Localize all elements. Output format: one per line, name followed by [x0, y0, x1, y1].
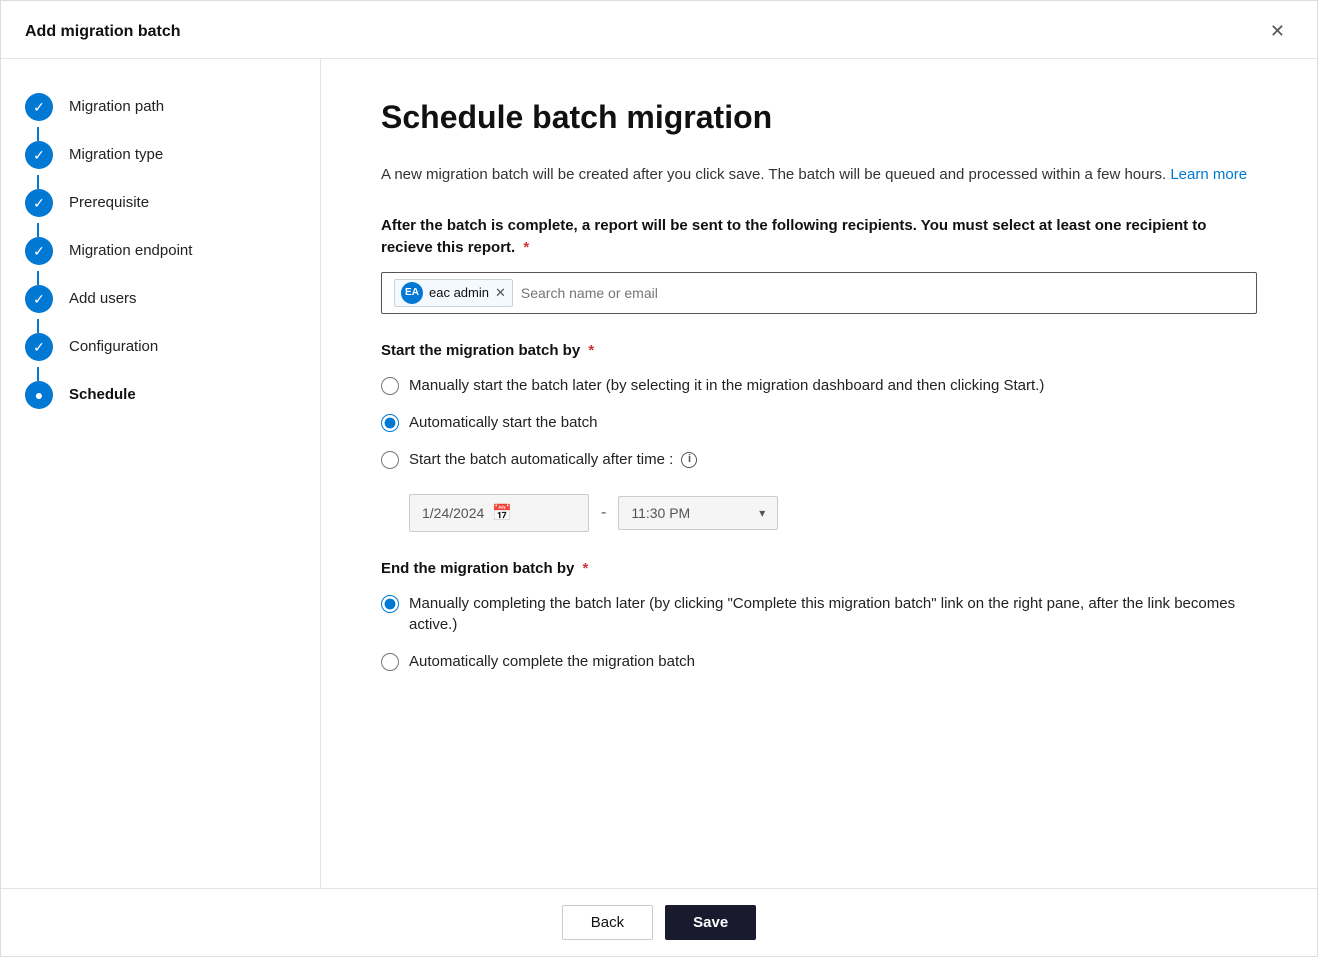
start-required: * — [584, 342, 594, 359]
auto-start-time-label[interactable]: Start the batch automatically after time… — [409, 449, 697, 470]
start-radio-group: Manually start the batch later (by selec… — [381, 375, 1257, 532]
end-radio-group: Manually completing the batch later (by … — [381, 593, 1257, 672]
page-title: Schedule batch migration — [381, 99, 1257, 136]
dash-separator: - — [601, 504, 606, 522]
recipients-label: After the batch is complete, a report wi… — [381, 215, 1257, 260]
recipient-name: eac admin — [429, 285, 489, 300]
auto-start-time-radio[interactable] — [381, 451, 399, 469]
manually-start-radio[interactable] — [381, 377, 399, 395]
auto-start-radio[interactable] — [381, 414, 399, 432]
info-text: A new migration batch will be created af… — [381, 164, 1257, 187]
step-label-schedule: Schedule — [69, 381, 136, 405]
recipient-input-container[interactable]: EA eac admin ✕ — [381, 272, 1257, 314]
sidebar-item-add-users[interactable]: ✓ Add users — [1, 275, 320, 323]
date-input[interactable]: 1/24/2024 📅 — [409, 494, 589, 532]
datetime-row: 1/24/2024 📅 - 11:30 PM ▾ — [409, 494, 1257, 532]
close-button[interactable]: ✕ — [1262, 17, 1293, 46]
learn-more-link[interactable]: Learn more — [1170, 166, 1247, 183]
calendar-icon: 📅 — [492, 503, 512, 523]
content-area: Schedule batch migration A new migration… — [321, 59, 1317, 888]
manually-end-label[interactable]: Manually completing the batch later (by … — [409, 593, 1257, 635]
step-label-migration-path: Migration path — [69, 93, 164, 117]
time-value: 11:30 PM — [631, 505, 690, 521]
auto-complete-radio[interactable] — [381, 653, 399, 671]
sidebar: ✓ Migration path ✓ Migration type ✓ Prerequis… — [1, 59, 321, 888]
step-icon-schedule: ● — [25, 381, 53, 409]
start-option-auto: Automatically start the batch — [381, 412, 1257, 433]
step-icon-migration-endpoint: ✓ — [25, 237, 53, 265]
end-section-title: End the migration batch by * — [381, 560, 1257, 577]
sidebar-item-migration-path[interactable]: ✓ Migration path — [1, 83, 320, 131]
sidebar-item-prerequisite[interactable]: ✓ Prerequisite — [1, 179, 320, 227]
step-label-migration-endpoint: Migration endpoint — [69, 237, 192, 261]
sidebar-item-configuration[interactable]: ✓ Configuration — [1, 323, 320, 371]
step-label-migration-type: Migration type — [69, 141, 163, 165]
step-icon-migration-path: ✓ — [25, 93, 53, 121]
start-option-time: Start the batch automatically after time… — [381, 449, 1257, 470]
info-icon: i — [681, 452, 697, 468]
recipient-search-input[interactable] — [521, 285, 1244, 301]
step-icon-migration-type: ✓ — [25, 141, 53, 169]
step-icon-add-users: ✓ — [25, 285, 53, 313]
time-input[interactable]: 11:30 PM ▾ — [618, 496, 778, 530]
recipients-required: * — [519, 239, 529, 256]
time-dropdown-arrow: ▾ — [759, 506, 765, 520]
recipient-tag: EA eac admin ✕ — [394, 279, 513, 307]
step-label-prerequisite: Prerequisite — [69, 189, 149, 213]
back-button[interactable]: Back — [562, 905, 653, 940]
sidebar-item-migration-type[interactable]: ✓ Migration type — [1, 131, 320, 179]
step-icon-prerequisite: ✓ — [25, 189, 53, 217]
main-container: ✓ Migration path ✓ Migration type ✓ Prerequis… — [1, 59, 1317, 888]
dialog-title: Add migration batch — [25, 23, 181, 41]
sidebar-item-migration-endpoint[interactable]: ✓ Migration endpoint — [1, 227, 320, 275]
auto-complete-label[interactable]: Automatically complete the migration bat… — [409, 651, 695, 672]
step-icon-configuration: ✓ — [25, 333, 53, 361]
recipient-remove-button[interactable]: ✕ — [495, 286, 506, 299]
end-section: End the migration batch by * Manually co… — [381, 560, 1257, 672]
footer: Back Save — [1, 888, 1317, 956]
end-option-auto: Automatically complete the migration bat… — [381, 651, 1257, 672]
manually-start-label[interactable]: Manually start the batch later (by selec… — [409, 375, 1044, 396]
manually-end-radio[interactable] — [381, 595, 399, 613]
end-option-manually: Manually completing the batch later (by … — [381, 593, 1257, 635]
title-bar: Add migration batch ✕ — [1, 1, 1317, 59]
start-section-title: Start the migration batch by * — [381, 342, 1257, 359]
start-option-manually: Manually start the batch later (by selec… — [381, 375, 1257, 396]
recipient-avatar: EA — [401, 282, 423, 304]
sidebar-item-schedule: ● Schedule — [1, 371, 320, 419]
end-required: * — [578, 560, 588, 577]
date-value: 1/24/2024 — [422, 505, 484, 521]
save-button[interactable]: Save — [665, 905, 756, 940]
step-label-add-users: Add users — [69, 285, 137, 309]
auto-start-label[interactable]: Automatically start the batch — [409, 412, 597, 433]
step-label-configuration: Configuration — [69, 333, 158, 357]
